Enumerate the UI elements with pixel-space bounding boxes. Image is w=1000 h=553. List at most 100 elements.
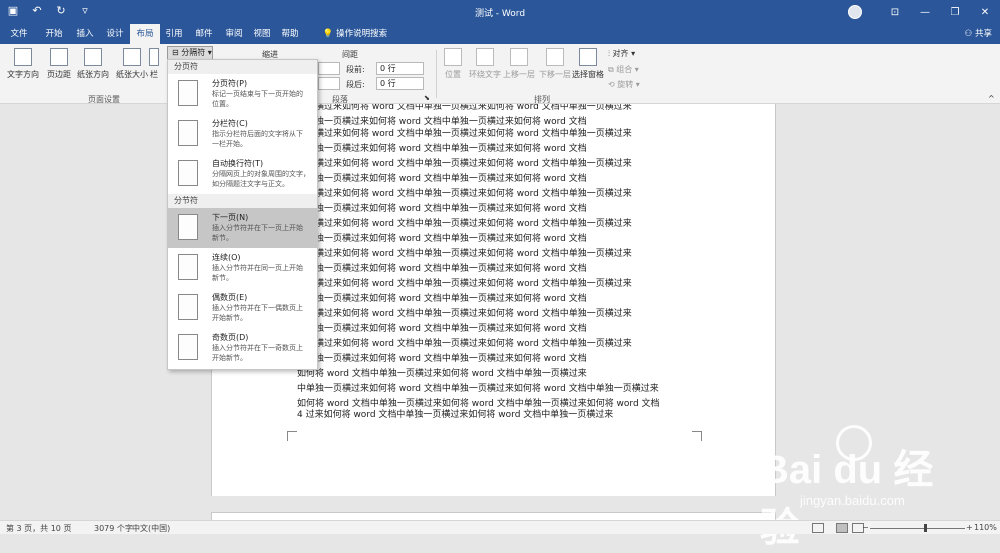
text-line: 一页横过来如何将 word 文档中单独一页横过来如何将 word 文档中单独一页…: [297, 309, 632, 319]
tab-help[interactable]: 帮助: [276, 24, 304, 44]
zoom-slider[interactable]: [870, 528, 965, 529]
column-break-item[interactable]: 分栏符(C) 指示分栏符后面的文字将从下 一栏开始。: [168, 114, 317, 154]
odd-page-break-item[interactable]: 奇数页(D) 插入分节符并在下一奇数页上 开始新节。: [168, 328, 317, 368]
columns-label: 栏: [150, 70, 158, 79]
text-direction-button[interactable]: 文字方向: [4, 46, 42, 80]
tab-file[interactable]: 文件: [4, 24, 34, 44]
align-button[interactable]: ⫶ 对齐 ▾: [608, 48, 635, 59]
collapse-ribbon-icon[interactable]: ^: [988, 94, 995, 103]
spacing-before-input[interactable]: 0 行: [376, 62, 424, 75]
paragraph-dialog-launcher-icon[interactable]: ⬊: [424, 94, 430, 102]
text-line: 中单独一页横过来如何将 word 文档中单独一页横过来如何将 word 文档: [297, 234, 587, 244]
next-page[interactable]: [211, 512, 776, 520]
close-icon[interactable]: ✕: [970, 7, 1000, 18]
indent-right-input[interactable]: [318, 77, 340, 90]
zoom-slider-thumb[interactable]: [924, 524, 927, 532]
text-wrapping-break-item[interactable]: 自动换行符(T) 分隔网页上的对象周围的文字， 如分隔题注文字与正文。: [168, 154, 317, 194]
wrap-text-label: 环绕文字: [469, 70, 501, 79]
send-backward-icon: [546, 48, 564, 66]
wrap-text-icon: [476, 48, 494, 66]
tab-view[interactable]: 视图: [248, 24, 276, 44]
bring-forward-button[interactable]: 上移一层: [500, 46, 538, 80]
item-desc: 分隔网页上的对象周围的文字，: [212, 170, 310, 178]
tab-home[interactable]: 开始: [38, 24, 70, 44]
spacing-after-input[interactable]: 0 行: [376, 77, 424, 90]
next-page-break-item[interactable]: 下一页(N) 插入分节符并在下一页上开始 新节。: [168, 208, 317, 248]
align-icon: ⫶: [608, 49, 610, 58]
zoom-out-icon[interactable]: −: [862, 523, 869, 532]
item-desc: 插入分节符并在下一偶数页上: [212, 304, 303, 312]
text-line: 一页横过来如何将 word 文档中单独一页横过来如何将 word 文档中单独一页…: [297, 249, 632, 259]
rotate-button[interactable]: ⟲ 旋转 ▾: [608, 79, 640, 90]
tab-review[interactable]: 审阅: [220, 24, 248, 44]
orientation-label: 纸张方向: [77, 70, 109, 79]
item-title: 奇数页(D): [212, 333, 249, 342]
avatar[interactable]: [848, 5, 862, 19]
page-break-item[interactable]: 分页符(P) 标记一页结束与下一页开始的 位置。: [168, 74, 317, 114]
item-desc: 标记一页结束与下一页开始的: [212, 90, 303, 98]
tab-layout[interactable]: 布局: [130, 24, 160, 44]
continuous-icon: [178, 254, 198, 280]
tab-insert[interactable]: 插入: [70, 24, 100, 44]
tab-design[interactable]: 设计: [100, 24, 130, 44]
wrap-text-button[interactable]: 环绕文字: [466, 46, 504, 80]
group-label: 组合: [616, 65, 633, 74]
tab-references[interactable]: 引用: [160, 24, 188, 44]
position-icon: [444, 48, 462, 66]
group-icon: ⧉: [608, 65, 614, 74]
item-desc: 开始新节。: [212, 354, 247, 362]
send-backward-button[interactable]: 下移一层: [536, 46, 574, 80]
zoom-in-icon[interactable]: +: [966, 523, 973, 532]
word-count[interactable]: 3079 个字: [94, 523, 133, 534]
item-desc: 插入分节符并在下一页上开始: [212, 224, 303, 232]
page-break-icon: [178, 80, 198, 106]
position-button[interactable]: 位置: [438, 46, 468, 80]
selection-pane-button[interactable]: 选择窗格: [570, 46, 606, 80]
item-title: 自动换行符(T): [212, 159, 264, 168]
page-breaks-header: 分页符: [168, 60, 317, 74]
restore-icon[interactable]: ❐: [940, 7, 970, 18]
even-page-icon: [178, 294, 198, 320]
even-page-break-item[interactable]: 偶数页(E) 插入分节符并在下一偶数页上 开始新节。: [168, 288, 317, 328]
group-separator: [436, 50, 437, 98]
language[interactable]: 中文(中国): [132, 523, 170, 534]
text-line: 中单独一页横过来如何将 word 文档中单独一页横过来如何将 word 文档中单…: [297, 384, 659, 394]
breaks-label: 分隔符: [181, 48, 206, 57]
columns-icon: [149, 48, 159, 66]
group-button[interactable]: ⧉ 组合 ▾: [608, 64, 639, 75]
text-line: 一页横过来如何将 word 文档中单独一页横过来如何将 word 文档中单独一页…: [297, 189, 632, 199]
share-button[interactable]: ⚇ 共享: [965, 24, 992, 44]
print-layout-icon[interactable]: [836, 523, 848, 533]
page-count[interactable]: 第 3 页，共 10 页: [6, 523, 71, 534]
columns-button[interactable]: 栏: [144, 46, 164, 80]
odd-page-icon: [178, 334, 198, 360]
margins-label: 页边距: [47, 70, 71, 79]
focus-mode-icon[interactable]: [812, 523, 824, 533]
align-label: 对齐: [612, 49, 629, 58]
item-desc: 新节。: [212, 274, 233, 282]
item-desc: 指示分栏符后面的文字将从下: [212, 130, 303, 138]
breaks-button[interactable]: ⊟ 分隔符 ▾: [167, 46, 213, 60]
continuous-break-item[interactable]: 连续(O) 插入分节符并在同一页上开始 新节。: [168, 248, 317, 288]
text-line: 中单独一页横过来如何将 word 文档中单独一页横过来如何将 word 文档: [297, 354, 587, 364]
minimize-icon[interactable]: —: [910, 7, 940, 18]
ribbon-display-icon[interactable]: ⊡: [880, 7, 910, 18]
text-direction-label: 文字方向: [7, 70, 39, 79]
item-title: 分栏符(C): [212, 119, 248, 128]
text-line: 一页横过来如何将 word 文档中单独一页横过来如何将 word 文档中单独一页…: [297, 339, 632, 349]
breaks-icon: ⊟: [172, 48, 179, 57]
status-bar: 第 3 页，共 10 页 3079 个字 中文(中国) − + 110%: [0, 520, 1000, 534]
tell-me-search[interactable]: 💡 操作说明搜索: [310, 24, 400, 44]
zoom-level[interactable]: 110%: [974, 523, 997, 532]
orientation-button[interactable]: 纸张方向: [72, 46, 114, 80]
text-line: 中单独一页横过来如何将 word 文档中单独一页横过来如何将 word 文档: [297, 204, 587, 214]
item-title: 连续(O): [212, 253, 241, 262]
send-backward-label: 下移一层: [539, 70, 571, 79]
text-line: 一页横过来如何将 word 文档中单独一页横过来如何将 word 文档中单独一页…: [297, 129, 632, 139]
indent-left-input[interactable]: [318, 62, 340, 75]
text-line: 中单独一页横过来如何将 word 文档中单独一页横过来如何将 word 文档: [297, 324, 587, 334]
orientation-icon: [84, 48, 102, 66]
spacing-after-label: 段后:: [346, 80, 365, 89]
tab-mailings[interactable]: 邮件: [190, 24, 218, 44]
item-title: 下一页(N): [212, 213, 249, 222]
